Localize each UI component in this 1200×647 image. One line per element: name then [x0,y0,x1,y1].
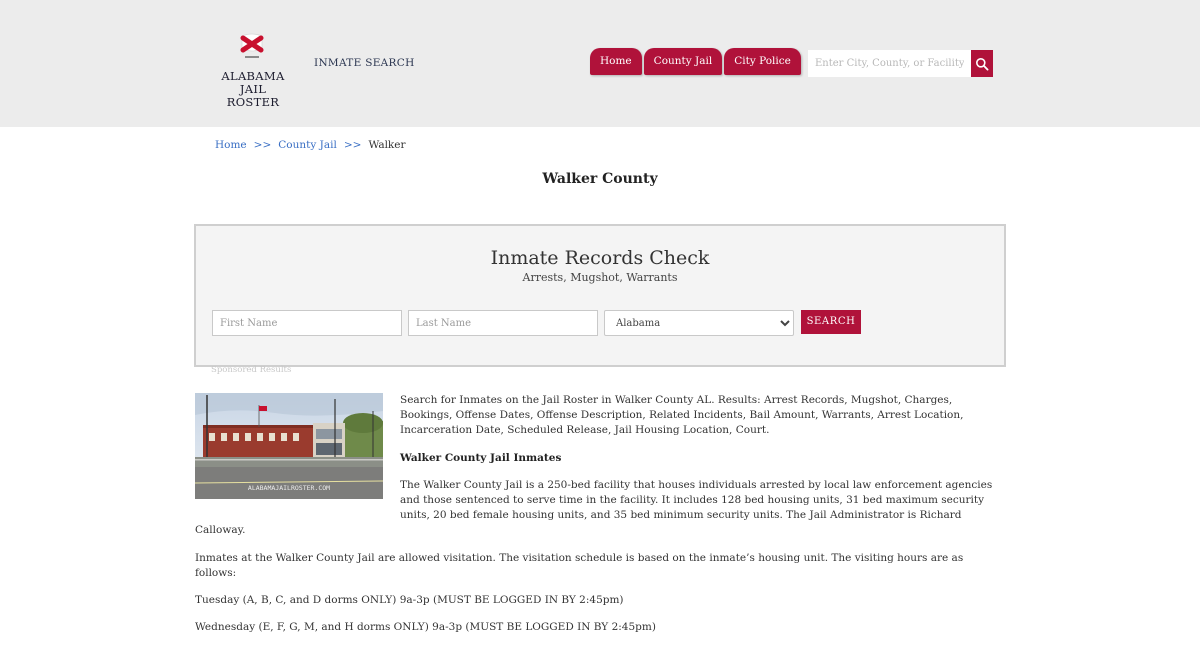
nav-tab-city-police[interactable]: City Police [724,48,801,75]
article-content: Search for Inmates on the Jail Roster in… [195,393,1000,647]
last-name-field[interactable] [408,310,598,336]
sponsored-label: Sponsored Results [211,365,292,375]
nav-tab-home[interactable]: Home [590,48,642,75]
breadcrumb: Home >> County Jail >> Walker [215,139,406,151]
breadcrumb-home[interactable]: Home [215,139,247,151]
main-nav: Home County Jail City Police [590,48,803,75]
first-name-field[interactable] [212,310,402,336]
visitation-tuesday: Tuesday (A, B, C, and D dorms ONLY) 9a-3… [195,594,624,607]
inmate-search-link[interactable]: INMATE SEARCH [314,57,415,69]
site-logo[interactable]: ALABAMA JAIL ROSTER [212,28,294,109]
visitation-wednesday: Wednesday (E, F, G, M, and H dorms ONLY)… [195,621,656,634]
facility-search-input[interactable] [808,50,971,77]
page-title: Walker County [542,171,658,187]
photo-float-spacer [195,393,400,513]
records-subtitle: Arrests, Mugshot, Warrants [522,271,678,284]
records-search-button[interactable]: SEARCH [801,310,861,334]
inmate-records-search-box: Inmate Records Check Arrests, Mugshot, W… [194,224,1006,367]
alabama-flag-logo-icon [240,33,264,58]
nav-tab-county-jail[interactable]: County Jail [643,48,723,75]
breadcrumb-county-jail[interactable]: County Jail [278,139,337,151]
state-select[interactable]: Alabama [604,310,794,336]
records-title: Inmate Records Check [490,247,710,269]
logo-line-name: JAIL ROSTER [226,82,280,109]
breadcrumb-separator: >> [343,139,362,151]
logo-text: ALABAMA JAIL ROSTER [212,70,294,109]
search-icon [976,57,989,71]
site-header: ALABAMA JAIL ROSTER INMATE SEARCH Home C… [0,0,1200,127]
visitation-paragraph: Inmates at the Walker County Jail are al… [195,551,964,579]
header-search [808,50,993,77]
header-search-button[interactable] [971,50,993,77]
breadcrumb-current: Walker [368,139,406,151]
breadcrumb-separator: >> [253,139,272,151]
